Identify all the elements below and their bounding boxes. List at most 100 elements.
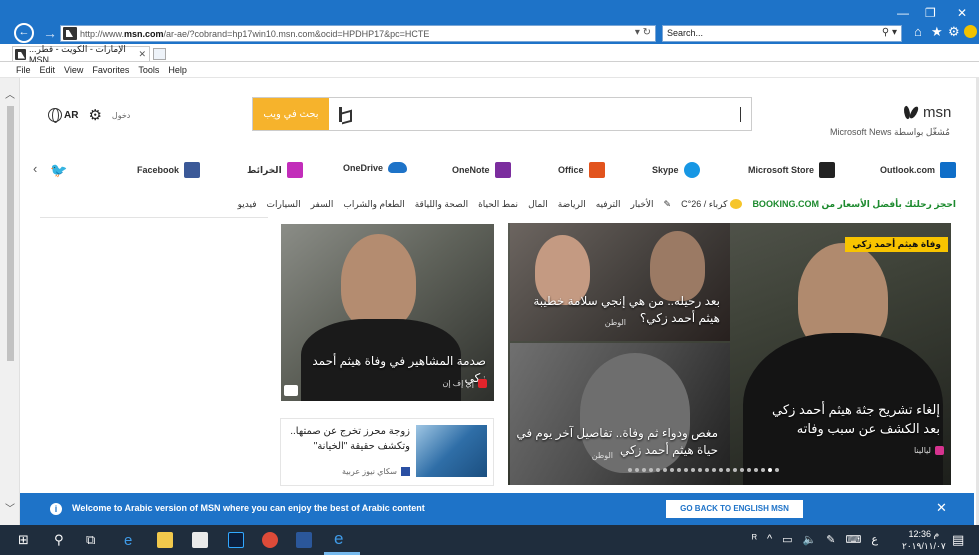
- keyboard-icon[interactable]: ⌨: [845, 533, 861, 546]
- store-icon[interactable]: [192, 532, 208, 548]
- browser-tab-msn[interactable]: ...الإمارات - الكويت - قطر MSN ✕: [12, 44, 150, 65]
- news-tile-b[interactable]: [510, 343, 730, 485]
- browser-search-input[interactable]: Search... ⚲ ▾: [662, 25, 902, 42]
- weather-sun-icon: [730, 199, 743, 209]
- category-sports[interactable]: الرياضة: [558, 199, 586, 210]
- carousel-dots[interactable]: [628, 468, 779, 472]
- scroll-thumb[interactable]: [7, 106, 14, 361]
- task-view-icon[interactable]: ⧉: [86, 532, 95, 548]
- search-web-button[interactable]: بحث في ويب: [253, 98, 329, 130]
- hero-source: ليالينا: [914, 446, 944, 455]
- tab-close-icon[interactable]: ✕: [138, 49, 146, 60]
- vertical-scrollbar[interactable]: ︿ ﹀: [0, 78, 20, 525]
- file-explorer-icon[interactable]: [157, 532, 173, 548]
- refresh-icon[interactable]: ▾ ↻: [635, 27, 651, 38]
- tab-strip: ...الإمارات - الكويت - قطر MSN ✕: [0, 44, 979, 65]
- tile-a-photo-man: [650, 231, 705, 301]
- quick-link-facebook[interactable]: Facebook: [137, 162, 201, 178]
- skype-icon: [683, 162, 700, 178]
- store-bag-icon: [819, 162, 836, 178]
- category-news[interactable]: الأخبار: [631, 199, 654, 210]
- bing-search-input[interactable]: [359, 98, 751, 130]
- twitter-icon: 🐦: [50, 162, 68, 178]
- quick-link-office[interactable]: Office: [558, 162, 605, 178]
- go-back-english-button[interactable]: GO BACK TO ENGLISH MSN: [666, 500, 803, 518]
- quick-link-outlook[interactable]: Outlook.com: [880, 162, 957, 178]
- msn-logo[interactable]: msn: [904, 104, 951, 121]
- volume-icon[interactable]: 🔈: [803, 533, 817, 546]
- edit-pencil-icon[interactable]: ✎: [664, 199, 672, 210]
- menu-tools[interactable]: Tools: [138, 65, 159, 75]
- word-icon[interactable]: [296, 532, 312, 548]
- menu-edit[interactable]: Edit: [40, 65, 56, 75]
- favorites-star-icon[interactable]: ★: [931, 24, 943, 40]
- edge-icon[interactable]: e: [124, 532, 132, 549]
- booking-promo-link[interactable]: احجز رحلتك بأفضل الأسعار من BOOKING.COM: [752, 199, 956, 210]
- clock-date: ٢٠١٩/١١/٠٧: [902, 541, 946, 551]
- pen-icon[interactable]: ✎: [826, 533, 835, 546]
- home-icon[interactable]: ⌂: [914, 24, 922, 39]
- menu-help[interactable]: Help: [168, 65, 187, 75]
- taskbar-clock[interactable]: 12:36 م ٢٠١٩/١١/٠٧: [902, 528, 946, 552]
- category-money[interactable]: المال: [528, 199, 548, 210]
- action-center-icon[interactable]: ▤: [952, 532, 964, 548]
- menu-favorites[interactable]: Favorites: [92, 65, 129, 75]
- category-health[interactable]: الصحة واللياقة: [415, 199, 468, 210]
- category-entertainment[interactable]: الترفيه: [596, 199, 621, 210]
- search-icon[interactable]: ⚲ ▾: [882, 27, 897, 38]
- news-card-small[interactable]: زوجة محرز تخرج عن صمتها.. وتكشف حقيقة "ا…: [280, 418, 494, 486]
- language-selector[interactable]: AR: [48, 108, 78, 123]
- text-cursor: [740, 107, 741, 122]
- quick-link-store[interactable]: Microsoft Store: [748, 162, 836, 178]
- hero-caption[interactable]: إلغاء تشريح جثة هيثم أحمد زكي بعد الكشف …: [760, 401, 940, 439]
- maps-icon: [286, 162, 303, 178]
- tray-chevron-up-icon[interactable]: ^: [767, 533, 772, 546]
- sign-in-link[interactable]: دخول: [112, 111, 130, 120]
- chrome-icon[interactable]: [262, 532, 278, 548]
- menu-view[interactable]: View: [64, 65, 83, 75]
- small-card-source: سكاي نيوز عربية: [342, 467, 410, 476]
- quick-link-skype[interactable]: Skype: [652, 162, 700, 178]
- people-icon[interactable]: ᴿ: [752, 533, 757, 546]
- internet-explorer-icon[interactable]: e: [334, 529, 343, 549]
- category-travel[interactable]: السفر: [311, 199, 334, 210]
- feedback-smiley-icon[interactable]: [964, 25, 977, 38]
- category-lifestyle[interactable]: نمط الحياة: [478, 199, 518, 210]
- quick-link-twitter[interactable]: 🐦: [50, 162, 67, 179]
- category-food[interactable]: الطعام والشراب: [343, 199, 404, 210]
- restore-icon[interactable]: ❐: [925, 6, 936, 20]
- header-utilities: AR ⚙ دخول: [48, 106, 130, 124]
- category-nav: احجز رحلتك بأفضل الأسعار من BOOKING.COM …: [40, 193, 958, 215]
- quick-link-maps[interactable]: الخرائط: [247, 162, 303, 178]
- input-language[interactable]: ع: [871, 533, 878, 546]
- windows-start-icon[interactable]: ⊞: [18, 532, 29, 548]
- tile-c-photo: [341, 234, 416, 329]
- chevron-left-icon[interactable]: ‹: [33, 161, 37, 176]
- settings-gear-icon[interactable]: ⚙: [948, 24, 960, 40]
- category-autos[interactable]: السيارات: [267, 199, 301, 210]
- back-button[interactable]: ←: [14, 23, 34, 43]
- close-banner-icon[interactable]: ✕: [936, 500, 947, 516]
- source-logo-icon: [401, 467, 410, 476]
- msn-favicon-icon: [63, 27, 77, 40]
- notification-message: Welcome to Arabic version of MSN where y…: [72, 503, 425, 513]
- scroll-up-icon[interactable]: ︿: [5, 86, 15, 101]
- tile-b-caption[interactable]: مغص ودواء ثم وفاة.. تفاصيل آخر يوم في حي…: [512, 425, 718, 460]
- new-tab-button[interactable]: [153, 48, 166, 60]
- weather-widget[interactable]: كرباء / 26°C: [681, 199, 743, 210]
- quick-link-onenote[interactable]: OneNote: [452, 162, 511, 178]
- settings-icon[interactable]: ⚙: [88, 106, 101, 124]
- search-icon[interactable]: ⚲: [54, 532, 64, 548]
- address-url: http://www.msn.com/ar-ae/?cobrand=hp17wi…: [80, 28, 430, 39]
- quick-link-onedrive[interactable]: OneDrive: [343, 162, 408, 173]
- forward-button[interactable]: →: [41, 24, 59, 42]
- photoshop-icon[interactable]: [228, 532, 244, 548]
- minimize-icon[interactable]: —: [897, 6, 909, 20]
- divider: [40, 217, 268, 218]
- network-icon[interactable]: ▭: [782, 533, 792, 546]
- scroll-down-icon[interactable]: ﹀: [5, 500, 15, 515]
- menu-file[interactable]: File: [16, 65, 31, 75]
- close-window-icon[interactable]: ✕: [957, 6, 967, 20]
- category-video[interactable]: فيديو: [238, 199, 257, 210]
- address-bar[interactable]: http://www.msn.com/ar-ae/?cobrand=hp17wi…: [60, 25, 656, 42]
